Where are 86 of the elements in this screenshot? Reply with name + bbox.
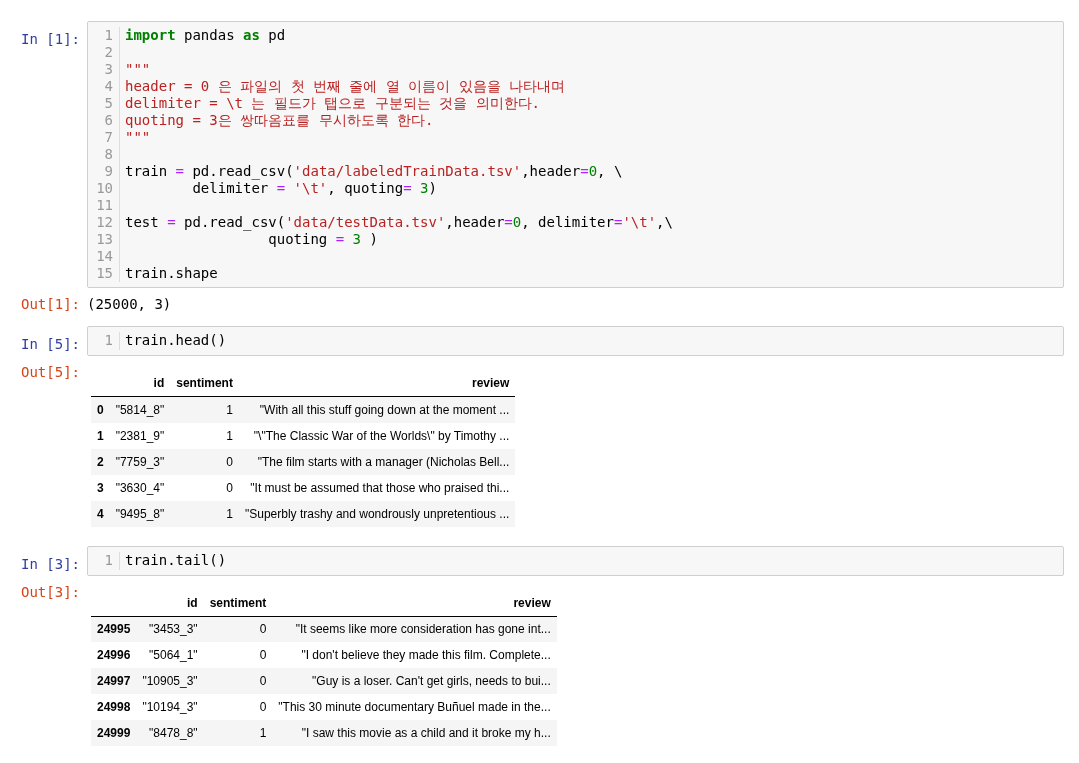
row-index: 24995 <box>91 616 137 642</box>
table-cell: "10905_3" <box>136 668 204 694</box>
table-cell: "3453_3" <box>136 616 204 642</box>
table-cell: "\"The Classic War of the Worlds\" by Timothy ... <box>238 422 516 449</box>
column-header: sentiment <box>203 589 273 616</box>
table-cell: 0 <box>170 474 239 501</box>
column-header: id <box>109 370 171 397</box>
table-cell: 1 <box>203 720 273 746</box>
column-header: review <box>238 370 516 397</box>
line-number: 10 <box>96 180 113 196</box>
table-cell: "5064_1" <box>136 642 204 668</box>
code-line: train.head() <box>125 332 227 348</box>
row-index: 24996 <box>91 642 137 668</box>
table-cell: "7759_3" <box>109 448 171 475</box>
line-number: 14 <box>96 248 113 264</box>
row-index: 1 <box>91 422 110 449</box>
line-number: 2 <box>104 44 113 60</box>
column-header: id <box>136 589 204 616</box>
table-cell: "3630_4" <box>109 474 171 501</box>
code-line: quoting = 3 ) <box>267 231 378 247</box>
input-prompt: In [1]: <box>21 31 80 47</box>
table-cell: 0 <box>203 616 273 642</box>
table-cell: "Guy is a loser. Can't get girls, needs to bui... <box>272 668 557 694</box>
input-prompt: In [3]: <box>21 555 80 572</box>
table-cell: "This 30 minute documentary Buñuel made in the... <box>272 694 557 720</box>
row-index: 24998 <box>91 694 137 720</box>
code-line: train.shape <box>125 265 218 281</box>
table-cell: 0 <box>203 668 273 694</box>
line-number: 8 <box>104 146 113 162</box>
table-cell: 0 <box>203 642 273 668</box>
table-cell: 1 <box>170 396 239 423</box>
code-line: test = pd.read_csv('data/testData.tsv',header=0, delimiter='\t',\ <box>125 214 673 230</box>
code-editor[interactable]: 1 train.head() <box>87 326 1064 356</box>
output-text: (25000, 3) <box>87 295 173 313</box>
table-cell: 1 <box>170 500 239 527</box>
table-cell: 1 <box>170 422 239 449</box>
input-prompt: In [5]: <box>21 336 80 352</box>
code-editor[interactable]: 1 train.tail() <box>87 545 1064 576</box>
code-line: """ <box>125 61 151 77</box>
line-number: 1 <box>104 27 113 43</box>
line-number: 7 <box>104 129 113 145</box>
code-line: train = pd.read_csv('data/labeledTrainData.tsv',header=0, \ <box>125 163 623 179</box>
table-cell: "It seems like more consideration has gone int... <box>272 616 557 642</box>
line-number: 4 <box>104 78 113 94</box>
code-line: import pandas as pd <box>125 27 286 43</box>
code-line: delimiter = '\t', quoting= 3) <box>191 180 437 196</box>
table-cell: 0 <box>203 694 273 720</box>
row-index: 2 <box>91 448 110 475</box>
line-number: 3 <box>104 61 113 77</box>
table-cell: "I saw this movie as a child and it broke my h... <box>272 720 557 746</box>
line-number: 11 <box>96 197 113 213</box>
table-cell: "9495_8" <box>109 500 171 527</box>
code-line: delimiter = \t 는 필드가 탭으로 구분되는 것을 의미한다. <box>125 95 540 111</box>
table-cell: "8478_8" <box>136 720 204 746</box>
row-index: 4 <box>91 500 110 527</box>
line-number: 13 <box>96 231 113 247</box>
table-cell: "2381_9" <box>109 422 171 449</box>
code-line: quoting = 3은 쌍따옴표를 무시하도록 한다. <box>125 112 434 128</box>
code-line: train.tail() <box>125 551 227 568</box>
line-number: 9 <box>104 163 113 179</box>
row-index: 24999 <box>91 720 137 746</box>
table-cell: 0 <box>170 448 239 475</box>
line-number: 1 <box>104 551 113 568</box>
table-cell: "The film starts with a manager (Nicholas Bell... <box>238 448 516 475</box>
line-number: 12 <box>96 214 113 230</box>
output-prompt: Out[1]: <box>21 295 81 313</box>
output-prompt: Out[3]: <box>21 582 81 601</box>
table-cell: "10194_3" <box>136 694 204 720</box>
table-cell: "Superbly trashy and wondrously unpretentious ... <box>238 500 516 527</box>
code-line: header = 0 은 파일의 첫 번째 줄에 열 이름이 있음을 나타내며 <box>125 78 566 94</box>
output-prompt: Out[5]: <box>21 363 81 381</box>
line-number: 15 <box>96 265 113 281</box>
table-cell: "With all this stuff going down at the moment ... <box>238 396 516 423</box>
line-number: 5 <box>104 95 113 111</box>
line-number: 1 <box>104 332 113 348</box>
row-index: 0 <box>91 396 110 423</box>
table-cell: "5814_8" <box>109 396 171 423</box>
column-header: sentiment <box>170 370 239 397</box>
row-index: 3 <box>91 474 110 501</box>
table-cell: "I don't believe they made this film. Complete... <box>272 642 557 668</box>
code-editor[interactable] <box>87 21 1064 288</box>
column-header: review <box>272 589 557 616</box>
table-cell: "It must be assumed that those who praised thi... <box>238 474 516 501</box>
row-index: 24997 <box>91 668 137 694</box>
code-line: """ <box>125 129 151 145</box>
line-number: 6 <box>104 112 113 128</box>
